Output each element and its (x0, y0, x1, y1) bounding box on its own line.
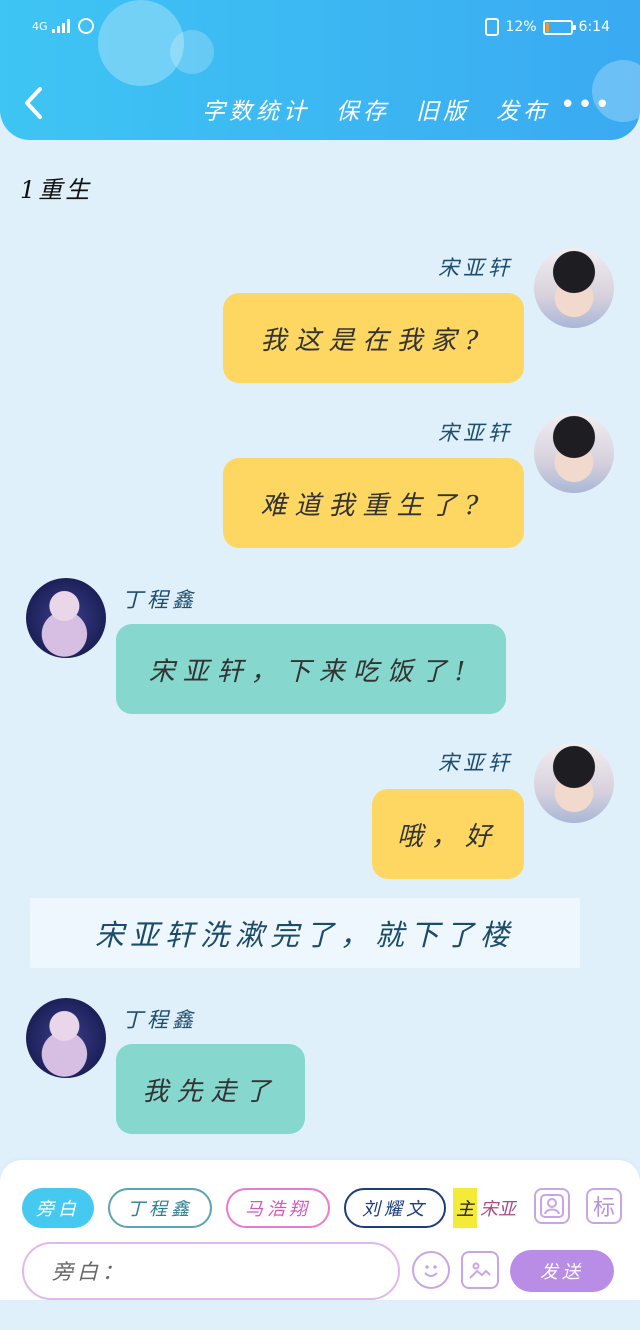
narration-block[interactable]: 宋亚轩洗漱完了，就下了楼 (30, 898, 580, 968)
role-chip[interactable]: 丁程鑫 (108, 1188, 212, 1228)
sender-name: 宋亚轩 (438, 256, 513, 280)
globe-icon (77, 18, 94, 34)
add-character-button[interactable] (534, 1188, 570, 1224)
avatar[interactable] (26, 998, 106, 1078)
chapter-title: 1重生 (20, 176, 93, 204)
message-bubble[interactable]: 我这是在我家? (223, 293, 524, 383)
signal-icon (51, 19, 70, 33)
word-count-button[interactable]: 字数统计 (202, 92, 310, 126)
message-bubble[interactable]: 难道我重生了? (223, 458, 524, 548)
chevron-left-icon (25, 87, 42, 119)
smile-icon (424, 1265, 438, 1277)
save-button[interactable]: 保存 (336, 92, 390, 126)
image-button[interactable] (461, 1251, 499, 1289)
sender-name: 宋亚轩 (438, 751, 513, 775)
send-button[interactable]: 发送 (510, 1250, 614, 1292)
image-icon (469, 1262, 491, 1279)
decor-bubble (170, 30, 214, 74)
message-bubble[interactable]: 我先走了 (116, 1044, 305, 1134)
old-version-button[interactable]: 旧版 (416, 92, 470, 126)
status-right: 12% 6:14 (485, 18, 610, 36)
role-chip-narrator[interactable]: 旁白 (22, 1188, 94, 1228)
tag-button[interactable]: 标 (586, 1188, 622, 1224)
main-role-tag: 主 (453, 1188, 477, 1228)
message-bubble[interactable]: 宋亚轩，下来吃饭了! (116, 624, 506, 714)
message-bubble[interactable]: 哦，好 (372, 789, 524, 879)
sender-name: 丁程鑫 (122, 588, 197, 612)
vibrate-icon (485, 18, 500, 36)
more-icon[interactable]: ••• (560, 92, 612, 118)
avatar[interactable] (534, 248, 614, 328)
header-actions: 字数统计 保存 旧版 发布 (202, 92, 550, 126)
role-chip-main[interactable]: 主 宋亚 (453, 1188, 517, 1228)
battery-icon (542, 19, 576, 35)
avatar[interactable] (534, 743, 614, 823)
role-chip-label: 宋亚 (477, 1194, 517, 1222)
message-input[interactable]: 旁白： (22, 1242, 400, 1300)
person-icon (540, 1194, 564, 1218)
publish-button[interactable]: 发布 (496, 92, 550, 126)
back-button[interactable] (22, 86, 52, 126)
network-type: 4G (32, 19, 48, 33)
battery-fill (545, 22, 549, 32)
role-chip[interactable]: 刘耀文 (344, 1188, 446, 1228)
sender-name: 丁程鑫 (122, 1008, 197, 1032)
emoji-button[interactable] (412, 1251, 450, 1289)
clock: 6:14 (578, 19, 610, 35)
avatar[interactable] (534, 413, 614, 493)
status-left: 4G (32, 18, 94, 34)
sender-name: 宋亚轩 (438, 421, 513, 445)
battery-percent: 12% (505, 19, 537, 35)
avatar[interactable] (26, 578, 106, 658)
role-chip[interactable]: 马浩翔 (226, 1188, 330, 1228)
top-bar: 4G 12% 6:14 字数统计 保存 旧版 发布 ••• (0, 0, 640, 140)
